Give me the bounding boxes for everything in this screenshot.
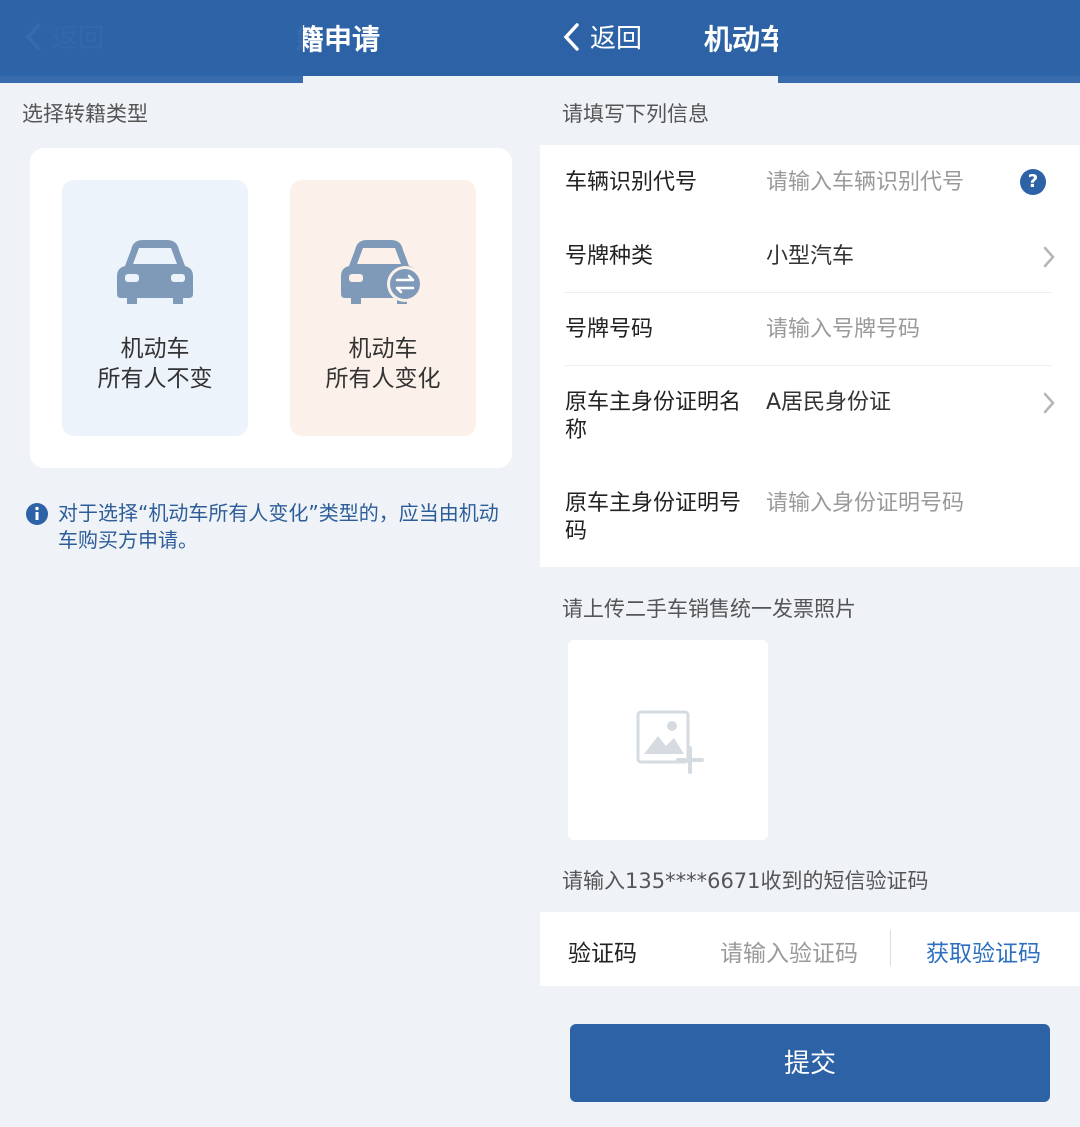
upload-label: 请上传二手车销售统一发票照片 — [562, 597, 856, 621]
add-image-icon — [636, 710, 704, 774]
form-row-id-number[interactable]: 原车主身份证明号码 请输入身份证明号码 — [540, 466, 1080, 567]
get-code-button[interactable]: 获取验证码 — [926, 934, 1041, 968]
field-label: 原车主身份证明号码 — [565, 491, 742, 544]
car-exchange-icon — [341, 240, 423, 304]
nav-overlay — [0, 0, 303, 83]
field-label: 号牌号码 — [565, 317, 654, 342]
page-title: 籍申请 — [296, 23, 381, 56]
notice: 对于选择“机动车所有人变化”类型的，应当由机动车购买方申请。 — [26, 500, 506, 554]
nav-overlay — [778, 0, 1080, 83]
option-owner-unchanged[interactable]: 机动车 所有人不变 — [62, 180, 248, 436]
back-label: 返回 — [590, 24, 643, 54]
form-row-id-type[interactable]: 原车主身份证明名称 A居民身份证 — [540, 366, 1080, 466]
submit-button[interactable]: 提交 — [570, 1024, 1050, 1102]
section-label: 请填写下列信息 — [562, 102, 709, 126]
plate-type-select[interactable]: 小型汽车 — [766, 243, 854, 271]
chevron-left-icon — [563, 22, 579, 51]
chevron-right-icon — [1043, 246, 1055, 268]
transfer-type-card: 机动车 所有人不变 机动车 所有人变化 — [30, 148, 512, 468]
vehicle-info-form: 车辆识别代号 请输入车辆识别代号 ? 号牌种类 小型汽车 号牌号码 请输入号牌号… — [540, 145, 1080, 567]
code-input[interactable]: 请输入验证码 — [720, 934, 858, 968]
info-icon — [26, 503, 48, 525]
id-number-input[interactable]: 请输入身份证明号码 — [766, 490, 964, 518]
code-label: 验证码 — [568, 941, 637, 967]
car-icon — [117, 240, 193, 304]
chevron-right-icon — [1043, 392, 1055, 414]
page-title: 机动车 — [704, 23, 778, 56]
field-label: 原车主身份证明名称 — [565, 390, 742, 443]
form-row-plate-type[interactable]: 号牌种类 小型汽车 — [540, 220, 1080, 293]
divider — [890, 930, 891, 966]
option-line1: 机动车 — [120, 336, 190, 362]
right-screen: 返回 机动车 请填写下列信息 车辆识别代号 请输入车辆识别代号 ? 号牌种类 小… — [540, 0, 1080, 1127]
help-icon[interactable]: ? — [1020, 169, 1046, 195]
back-button[interactable]: 返回 — [562, 18, 642, 55]
option-line2: 所有人不变 — [97, 366, 213, 392]
option-line2: 所有人变化 — [325, 366, 441, 392]
section-label: 选择转籍类型 — [22, 102, 148, 126]
form-row-vin[interactable]: 车辆识别代号 请输入车辆识别代号 ? — [540, 145, 1080, 220]
field-label: 车辆识别代号 — [565, 170, 698, 195]
field-label: 号牌种类 — [565, 244, 654, 269]
photo-upload-button[interactable] — [568, 640, 768, 840]
option-line1: 机动车 — [348, 336, 418, 362]
notice-text: 对于选择“机动车所有人变化”类型的，应当由机动车购买方申请。 — [58, 501, 499, 552]
sms-hint: 请输入135****6671收到的短信验证码 — [562, 869, 929, 893]
vin-input[interactable]: 请输入车辆识别代号 — [766, 169, 964, 197]
form-row-plate-number[interactable]: 号牌号码 请输入号牌号码 — [540, 293, 1080, 366]
verification-code-row: 验证码 请输入验证码 获取验证码 — [540, 912, 1080, 986]
option-owner-changed[interactable]: 机动车 所有人变化 — [290, 180, 476, 436]
plate-number-input[interactable]: 请输入号牌号码 — [766, 316, 920, 344]
left-screen: 返回 籍申请 选择转籍类型 机动车 所有人不变 — [0, 0, 540, 1127]
id-type-select[interactable]: A居民身份证 — [766, 389, 891, 417]
